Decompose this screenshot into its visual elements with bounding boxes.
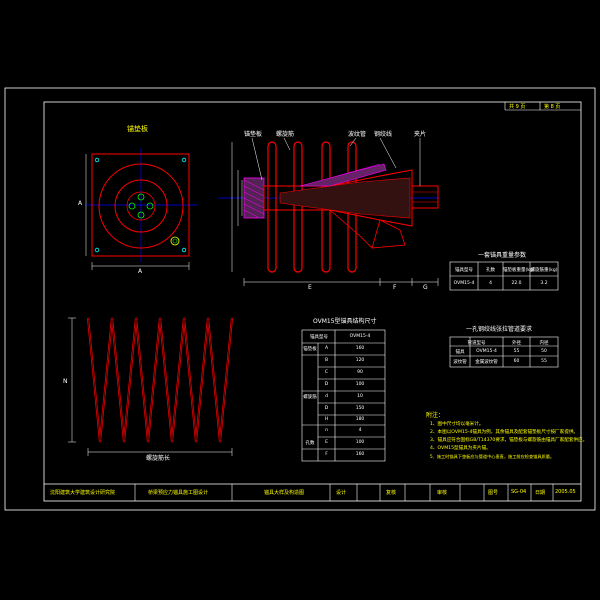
table3-row-key: d bbox=[325, 394, 328, 399]
table2-cell-1-1: 金属波纹管 bbox=[475, 360, 498, 365]
table1-cell-2: 22.0 bbox=[511, 281, 522, 286]
table3-title: OVM15型锚具结构尺寸 bbox=[313, 318, 377, 325]
table2-cell-0-1: OVM15-4 bbox=[476, 349, 497, 354]
titleblock-date-label: 日期 bbox=[535, 490, 546, 496]
titleblock-date: 2005.05 bbox=[555, 489, 576, 495]
callout-duct: 波纹管 bbox=[348, 131, 367, 138]
table1-cell-3: 3.2 bbox=[540, 281, 548, 286]
plan-view bbox=[85, 148, 198, 270]
note-line-2: 2、本图以OVM15-4锚具为例，其余锚具及配套锚垫板尺寸按厂家提供。 bbox=[430, 430, 579, 435]
notes-title: 附注： bbox=[426, 412, 445, 419]
table3-row-key: H bbox=[324, 417, 329, 422]
table1-header-0: 锚具型号 bbox=[455, 268, 473, 273]
note-line-5: 5、施工时锚具下垫板应与管道中心垂直，施工前应检查锚具质量。 bbox=[430, 454, 555, 459]
table3-row-value: 10 bbox=[357, 394, 363, 399]
table2-header-1: 外径 bbox=[512, 341, 521, 346]
table2-cell-1-0: 波纹管 bbox=[453, 360, 467, 365]
table3-header-0: 锚具型号 bbox=[310, 335, 328, 340]
table2-cell-0-0: 锚具 bbox=[455, 350, 465, 355]
table1-cell-0: OVM15-4 bbox=[453, 281, 475, 286]
table3-row-key: D bbox=[324, 406, 329, 411]
table1-header-1: 孔数 bbox=[486, 268, 495, 273]
elev-dim-e: E bbox=[308, 284, 312, 291]
cad-drawing bbox=[4, 87, 596, 511]
table1-cell-1: 4 bbox=[489, 281, 492, 286]
table1-title: 一套锚具重量参数 bbox=[478, 252, 527, 259]
table2-cell-0-3: 50 bbox=[541, 349, 547, 354]
table3-row-group: 孔数 bbox=[305, 441, 315, 446]
elev-dim-f: F bbox=[393, 284, 397, 291]
table3-row-group: 螺旋筋 bbox=[303, 395, 317, 400]
table3-row-key: B bbox=[324, 358, 329, 363]
table3-row-value: 160 bbox=[355, 452, 365, 457]
table3-row-key: E bbox=[325, 440, 328, 445]
table3-row-value: 100 bbox=[355, 382, 365, 387]
table3-header-1: OVM15-4 bbox=[349, 334, 371, 339]
table3-row-value: 4 bbox=[358, 428, 362, 433]
callout-strand: 钢绞线 bbox=[374, 131, 393, 138]
table2-cell-1-3: 55 bbox=[541, 359, 547, 364]
titleblock-project: 桥梁预应力锚具施工图设计 bbox=[148, 490, 209, 496]
titleblock-review: 复核 bbox=[386, 490, 397, 496]
spiral-n-label: N bbox=[63, 378, 68, 385]
titleblock-org: 沈阳建筑大学建筑设计研究院 bbox=[50, 490, 116, 496]
titleblock-no: SG-04 bbox=[511, 489, 527, 495]
table3-row-value: 120 bbox=[355, 358, 365, 363]
note-line-4: 4、OVM15型锚具为夹片锚。 bbox=[430, 446, 491, 451]
table3-row-key: A bbox=[324, 346, 329, 351]
plan-title: 锚垫板 bbox=[127, 125, 148, 133]
table3-row-value: 180 bbox=[355, 417, 365, 422]
table2-header-2: 内径 bbox=[539, 341, 549, 346]
elev-dim-g: G bbox=[423, 284, 428, 291]
elevation-view bbox=[218, 137, 440, 286]
table3-row-group: 锚垫板 bbox=[303, 347, 317, 352]
table2-cell-0-2: 55 bbox=[513, 349, 520, 354]
sheet-number: 第 8 页 bbox=[544, 104, 561, 110]
callout-spiral: 螺旋筋 bbox=[276, 131, 295, 138]
table2-title: 一孔钢绞线张拉管道要求 bbox=[466, 326, 533, 333]
plan-dim-left: A bbox=[78, 200, 83, 207]
table3-row-key: C bbox=[324, 370, 329, 375]
callout-wedge: 夹片 bbox=[414, 131, 427, 138]
table1-header-2: 锚垫板重量(kg) bbox=[503, 268, 535, 273]
table3-row-key: F bbox=[325, 452, 328, 457]
table3-row-value: 150 bbox=[355, 406, 365, 411]
table3-row-value: 160 bbox=[355, 346, 365, 351]
table3-row-value: 100 bbox=[355, 440, 365, 445]
spiral-view bbox=[87, 317, 233, 443]
note-line-1: 1、图中尺寸均以毫米计。 bbox=[430, 422, 484, 427]
note-line-3: 3、锚具应符合国标GB/T14370要求，锚垫板与螺旋筋由锚具厂家配套供应。 bbox=[430, 438, 588, 443]
sheet-total: 共 9 页 bbox=[509, 104, 526, 110]
titleblock-drawing: 锚具大样及构造图 bbox=[264, 490, 305, 496]
spiral-length-label: 螺旋筋长 bbox=[146, 455, 171, 462]
table1-header-3: 螺旋筋重(kg) bbox=[530, 268, 558, 273]
plan-dim-bottom: A bbox=[138, 268, 143, 275]
outer-frame bbox=[4, 87, 596, 511]
drawing-canvas: 锚垫板 A A 锚垫板 螺旋筋 波纹管 钢绞线 夹片 E F G 螺旋筋长 N … bbox=[0, 0, 600, 600]
table2-header-0: 管道型号 bbox=[467, 341, 486, 346]
table3-row-key: n bbox=[325, 428, 328, 433]
table2-cell-1-2: 60 bbox=[513, 359, 520, 364]
titleblock-no-label: 图号 bbox=[488, 490, 499, 496]
callout-anchor-plate: 锚垫板 bbox=[244, 131, 263, 138]
table3-row-key: D bbox=[324, 382, 329, 387]
table3-row-value: 90 bbox=[357, 370, 363, 375]
titleblock-approve: 审核 bbox=[437, 490, 448, 496]
titleblock-design: 设计 bbox=[336, 490, 347, 496]
